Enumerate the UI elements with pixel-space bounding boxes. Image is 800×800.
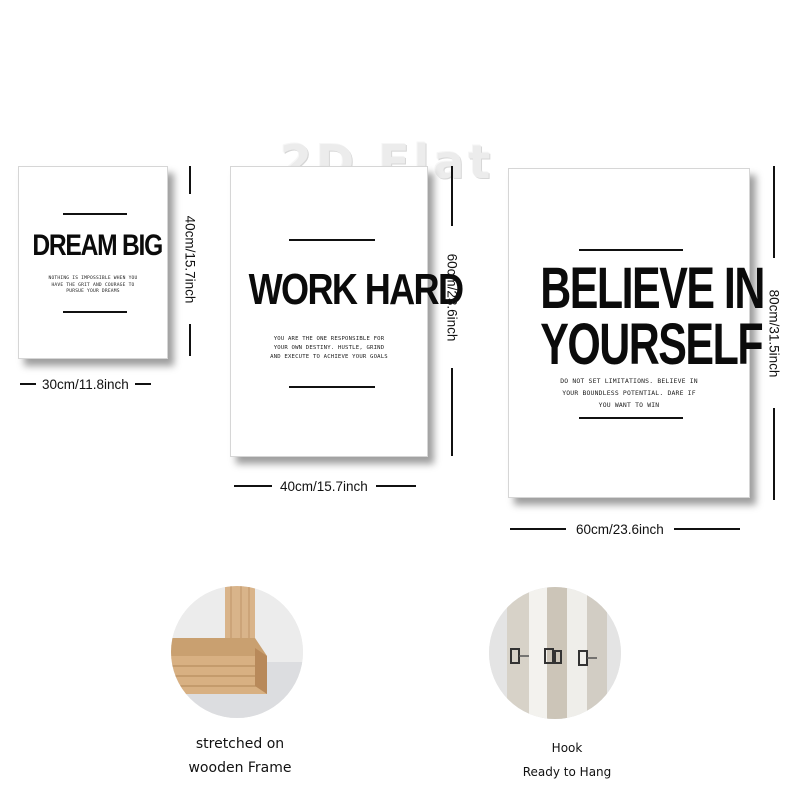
dimension-line	[673, 528, 740, 530]
canvas-body-text: DO NOT SET LIMITATIONS. BELIEVE IN YOUR …	[509, 375, 749, 411]
height-label: 60cm/23.6inch	[444, 253, 460, 341]
body-line: YOUR BOUNDLESS POTENTIAL. DARE IF	[562, 389, 696, 397]
bottom-rule	[579, 417, 683, 419]
dimension-line	[134, 383, 151, 385]
dimension-line	[510, 528, 566, 530]
dimension-line	[20, 383, 36, 385]
bottom-rule	[289, 386, 375, 388]
dimension-line	[189, 166, 191, 194]
caption-line: Hook	[551, 741, 583, 755]
width-dimension-medium: 40cm/15.7inch	[234, 478, 430, 494]
height-dimension-medium: 60cm/23.6inch	[444, 166, 460, 456]
body-line: YOU ARE THE ONE RESPONSIBLE FOR	[273, 336, 385, 342]
height-dimension-small: 40cm/15.7inch	[182, 166, 198, 356]
canvas-body-text: YOU ARE THE ONE RESPONSIBLE FOR YOUR OWN…	[231, 335, 427, 362]
dimension-line	[451, 368, 453, 456]
top-rule	[289, 239, 375, 241]
dimension-line	[189, 324, 191, 356]
width-label: 60cm/23.6inch	[576, 521, 664, 537]
wooden-frame-icon	[171, 586, 303, 718]
hook-icon	[489, 587, 621, 719]
canvas-believe-in-yourself: BELIEVE IN YOURSELF DO NOT SET LIMITATIO…	[508, 168, 765, 498]
canvas-dream-big: DREAM BIG NOTHING IS IMPOSSIBLE WHEN YOU…	[18, 166, 168, 359]
top-rule	[63, 213, 127, 215]
bottom-rule	[63, 311, 127, 313]
width-label: 30cm/11.8inch	[42, 376, 129, 392]
width-dimension-large: 60cm/23.6inch	[510, 521, 746, 537]
width-label: 40cm/15.7inch	[280, 478, 368, 494]
dimension-line	[773, 166, 775, 258]
height-dimension-large: 80cm/31.5inch	[766, 166, 782, 500]
body-line: PURSUE YOUR DREAMS	[66, 289, 120, 294]
caption-line: wooden Frame	[188, 760, 292, 776]
caption-line: Ready to Hang	[522, 765, 612, 779]
caption-line: stretched on	[195, 736, 285, 752]
height-label: 40cm/15.7inch	[182, 215, 198, 303]
wooden-frame-caption: stretched on wooden Frame	[171, 732, 309, 780]
body-line: DO NOT SET LIMITATIONS. BELIEVE IN	[560, 377, 698, 385]
canvas-work-hard: WORK HARD YOU ARE THE ONE RESPONSIBLE FO…	[230, 166, 464, 457]
canvas-headline-line2: YOURSELF	[540, 312, 763, 377]
height-label: 80cm/31.5inch	[766, 289, 782, 377]
dimension-line	[773, 408, 775, 500]
canvas-headline: WORK HARD	[248, 265, 464, 314]
body-line: YOU WANT TO WIN	[598, 401, 660, 409]
hook-caption: Hook Ready to Hang	[505, 736, 629, 784]
dimension-line	[375, 485, 416, 487]
body-line: YOUR OWN DESTINY. HUSTLE, GRIND	[273, 345, 385, 351]
top-rule	[579, 249, 683, 251]
dimension-line	[451, 166, 453, 226]
canvas-headline: DREAM BIG	[32, 229, 163, 262]
width-dimension-small: 30cm/11.8inch	[20, 376, 166, 392]
canvas-body-text: NOTHING IS IMPOSSIBLE WHEN YOU HAVE THE …	[19, 276, 167, 296]
body-line: AND EXECUTE TO ACHIEVE YOUR GOALS	[270, 354, 388, 360]
dimension-line	[234, 485, 272, 487]
